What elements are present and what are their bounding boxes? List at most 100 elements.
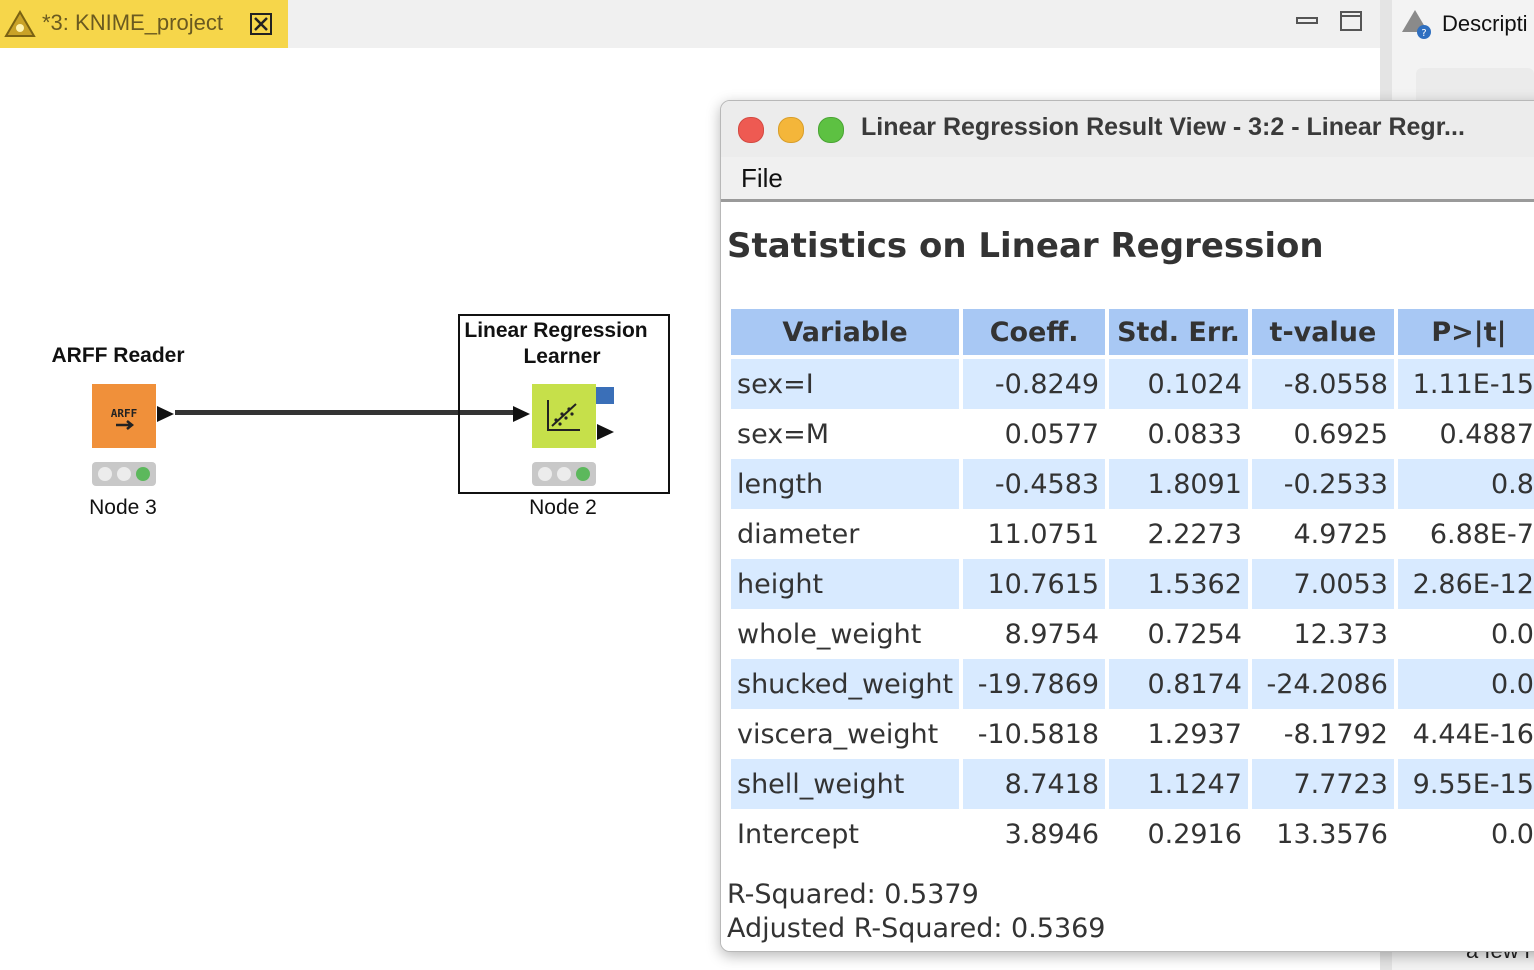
std-err-cell: 0.8174 [1109, 659, 1248, 709]
coeff-cell: 10.7615 [963, 559, 1106, 609]
t-value-cell: 7.0053 [1251, 559, 1394, 609]
minimize-icon[interactable] [1294, 8, 1320, 34]
p-value-cell: 1.11E-15 [1397, 359, 1534, 409]
arff-reader-label: Node 3 [89, 496, 157, 519]
arff-file-icon: ARFF [111, 407, 137, 430]
coeff-cell: 11.0751 [987, 518, 1100, 550]
p-value-cell: 9.55E-15 [1397, 759, 1534, 809]
status-light-green [576, 467, 590, 481]
menu-file[interactable]: File [741, 163, 783, 194]
maximize-icon[interactable] [1338, 8, 1364, 34]
coeff-cell: -10.5818 [977, 718, 1100, 750]
status-light-red [98, 467, 112, 481]
column-header-t-value: t-value [1251, 309, 1394, 359]
editor-tab-bar: *3: KNIME_project [0, 0, 1380, 48]
coeff-cell: -0.4583 [963, 459, 1106, 509]
p-value-cell: 0.4887 [1439, 418, 1534, 450]
table-row: sex=I -0.8249 0.1024 -8.0558 1.11E-15 [731, 359, 1534, 409]
variable-cell: length [731, 459, 960, 509]
t-value-cell: 4.9725 [1293, 518, 1388, 550]
arff-output-port[interactable] [156, 404, 176, 424]
coeff-cell: -19.7869 [963, 659, 1106, 709]
std-err-cell: 0.1024 [1109, 359, 1248, 409]
p-value-cell: 4.44E-16 [1412, 718, 1534, 750]
result-view-window: Linear Regression Result View - 3:2 - Li… [720, 100, 1534, 952]
variable-cell: viscera_weight [737, 718, 939, 750]
variable-cell: shucked_weight [731, 659, 960, 709]
description-icon: ? [1402, 10, 1431, 39]
editor-tab-knime-project[interactable]: *3: KNIME_project [0, 0, 288, 48]
status-light-green [136, 467, 150, 481]
table-row: length -0.4583 1.8091 -0.2533 0.8 [731, 459, 1534, 509]
lr-learner-status [532, 462, 596, 486]
close-window-button[interactable] [738, 117, 764, 143]
model-output-port[interactable] [596, 387, 614, 404]
p-value-cell: 0.8 [1397, 459, 1534, 509]
lr-learner-node[interactable] [532, 384, 596, 448]
statistics-heading: Statistics on Linear Regression [727, 226, 1324, 266]
t-value-cell: -8.0558 [1251, 359, 1394, 409]
status-light-red [538, 467, 552, 481]
t-value-cell: 7.7723 [1251, 759, 1394, 809]
variable-cell: diameter [737, 518, 860, 550]
minimize-window-button[interactable] [778, 117, 804, 143]
std-err-cell: 0.2916 [1147, 818, 1242, 850]
table-row: viscera_weight -10.5818 1.2937 -8.1792 4… [731, 709, 1534, 759]
p-value-cell: 2.86E-12 [1397, 559, 1534, 609]
t-value-cell: 12.373 [1293, 618, 1388, 650]
table-row: sex=M 0.0577 0.0833 0.6925 0.4887 [731, 409, 1534, 459]
t-value-cell: 13.3576 [1276, 818, 1388, 850]
table-row: shucked_weight -19.7869 0.8174 -24.2086 … [731, 659, 1534, 709]
editor-tab-title: *3: KNIME_project [42, 10, 223, 35]
p-value-cell: 0.0 [1490, 818, 1534, 850]
lr-output-port[interactable] [596, 422, 616, 442]
std-err-cell: 1.2937 [1147, 718, 1242, 750]
lr-learner-title-line1: Linear Regression [464, 319, 648, 342]
coeff-cell: -0.8249 [963, 359, 1106, 409]
description-tab[interactable]: ? Descripti [1398, 0, 1534, 48]
coeff-cell: 8.7418 [963, 759, 1106, 809]
status-light-yellow [117, 467, 131, 481]
workflow-icon [4, 10, 36, 37]
lr-input-port[interactable] [512, 404, 532, 424]
table-row: shell_weight 8.7418 1.1247 7.7723 9.55E-… [731, 759, 1534, 809]
lr-learner-title-line2: Learner [523, 345, 601, 368]
table-row: height 10.7615 1.5362 7.0053 2.86E-12 [731, 559, 1534, 609]
p-value-cell: 0.0 [1490, 618, 1534, 650]
description-tab-label: Descripti [1442, 11, 1528, 36]
arff-reader-status [92, 462, 156, 486]
t-value-cell: 0.6925 [1293, 418, 1388, 450]
window-titlebar[interactable]: Linear Regression Result View - 3:2 - Li… [721, 101, 1534, 158]
zoom-window-button[interactable] [818, 117, 844, 143]
column-header-p-value: P>|t| [1397, 309, 1534, 359]
adjusted-r-squared-text: Adjusted R-Squared: 0.5369 [727, 913, 1106, 944]
table-row: Intercept 3.8946 0.2916 13.3576 0.0 [731, 809, 1534, 859]
std-err-cell: 1.8091 [1109, 459, 1248, 509]
std-err-cell: 2.2273 [1147, 518, 1242, 550]
status-light-yellow [557, 467, 571, 481]
window-title: Linear Regression Result View - 3:2 - Li… [861, 113, 1465, 141]
column-header-std-err: Std. Err. [1109, 309, 1248, 359]
column-header-variable: Variable [731, 309, 960, 359]
std-err-cell: 1.1247 [1109, 759, 1248, 809]
std-err-cell: 0.0833 [1147, 418, 1242, 450]
variable-cell: height [731, 559, 960, 609]
regression-chart-icon [547, 400, 580, 431]
p-value-cell: 6.88E-7 [1429, 518, 1534, 550]
menu-bar: File [721, 157, 1534, 202]
table-row: diameter 11.0751 2.2273 4.9725 6.88E-7 [731, 509, 1534, 559]
table-header-row: Variable Coeff. Std. Err. t-value P>|t| [731, 309, 1534, 359]
variable-cell: Intercept [737, 818, 859, 850]
r-squared-text: R-Squared: 0.5379 [727, 879, 979, 910]
arff-reader-title: ARFF Reader [51, 344, 185, 367]
coefficients-table: Variable Coeff. Std. Err. t-value P>|t| … [727, 309, 1534, 859]
close-icon[interactable] [248, 11, 274, 37]
svg-text:?: ? [1421, 28, 1426, 39]
table-row: whole_weight 8.9754 0.7254 12.373 0.0 [731, 609, 1534, 659]
variable-cell: sex=M [737, 418, 830, 450]
coeff-cell: 0.0577 [1004, 418, 1100, 450]
arff-reader-node[interactable]: ARFF [92, 384, 156, 448]
t-value-cell: -0.2533 [1251, 459, 1394, 509]
t-value-cell: -24.2086 [1251, 659, 1394, 709]
coeff-cell: 8.9754 [1004, 618, 1100, 650]
